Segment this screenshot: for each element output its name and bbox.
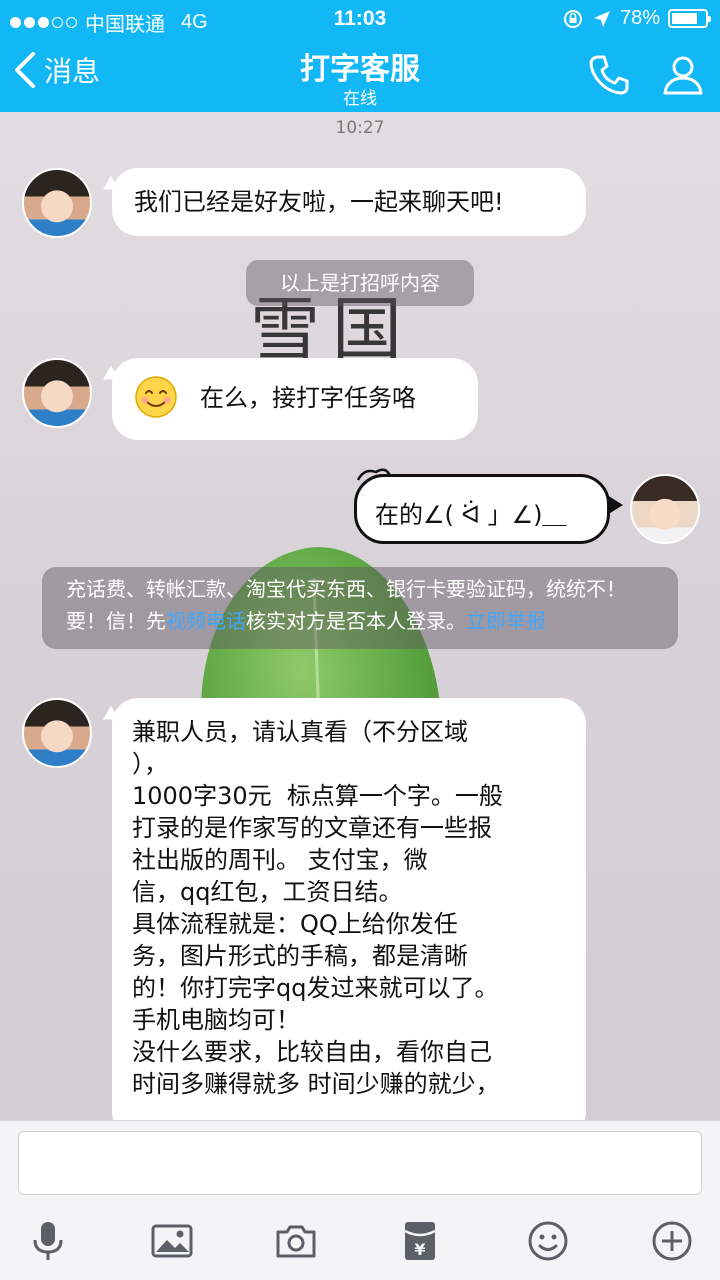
my-message-text: 在的∠( ᐛ 」∠)＿ xyxy=(375,501,567,529)
rotation-lock-icon xyxy=(563,9,582,28)
input-toolbar: ¥ xyxy=(0,1207,720,1277)
smile-emoji-icon xyxy=(135,376,177,418)
phone-icon[interactable] xyxy=(586,52,632,98)
message-text: 我们已经是好友啦，一起来聊天吧! xyxy=(134,188,504,216)
red-packet-icon[interactable]: ¥ xyxy=(398,1219,442,1263)
my-avatar[interactable] xyxy=(630,474,700,544)
svg-text:¥: ¥ xyxy=(414,1240,425,1259)
input-panel: ¥ xyxy=(0,1120,720,1280)
contact-avatar[interactable] xyxy=(22,358,92,428)
message-timestamp: 10:27 xyxy=(335,118,385,138)
contact-avatar[interactable] xyxy=(22,698,92,768)
message-bubble[interactable]: 我们已经是好友啦，一起来聊天吧! xyxy=(112,168,586,236)
contact-avatar[interactable] xyxy=(22,168,92,238)
message-input[interactable] xyxy=(18,1131,702,1195)
message-bubble[interactable]: 兼职人员，请认真看（不分区域 ）， 1000字30元 标点算一个字。一般 打录的… xyxy=(112,698,586,1120)
chat-area[interactable]: 10:27 我们已经是好友啦，一起来聊天吧! 以上是打招呼内容 在么，接打字任务… xyxy=(0,112,720,1120)
message-bubble[interactable]: 在么，接打字任务咯 xyxy=(112,358,478,440)
video-call-link[interactable]: 视频电话 xyxy=(166,609,246,633)
image-icon[interactable] xyxy=(150,1219,194,1263)
profile-icon[interactable] xyxy=(660,52,706,98)
message-text: 在么，接打字任务咯 xyxy=(200,384,416,412)
report-link[interactable]: 立即举报 xyxy=(466,609,546,633)
battery-icon xyxy=(668,9,711,28)
plus-icon[interactable] xyxy=(650,1219,694,1263)
warning-text-2: 核实对方是否本人登录。 xyxy=(246,609,466,633)
location-arrow-icon xyxy=(593,10,610,27)
battery-percent: 78% xyxy=(619,7,660,29)
chat-header: 消息 打字客服 在线 xyxy=(0,38,720,112)
my-message-bubble[interactable]: 在的∠( ᐛ 」∠)＿ xyxy=(354,474,623,544)
safety-warning: 充话费、转帐汇款、淘宝代买东西、银行卡要验证码，统统不！要！信！先视频电话核实对… xyxy=(42,567,678,649)
message-text: 兼职人员，请认真看（不分区域 ）， 1000字30元 标点算一个字。一般 打录的… xyxy=(132,718,503,1098)
microphone-icon[interactable] xyxy=(26,1219,70,1263)
camera-icon[interactable] xyxy=(274,1219,318,1263)
status-bar: 中国联通 4G 11:03 78% xyxy=(0,0,720,38)
greeting-notice: 以上是打招呼内容 xyxy=(246,260,474,306)
emoji-icon[interactable] xyxy=(526,1219,570,1263)
